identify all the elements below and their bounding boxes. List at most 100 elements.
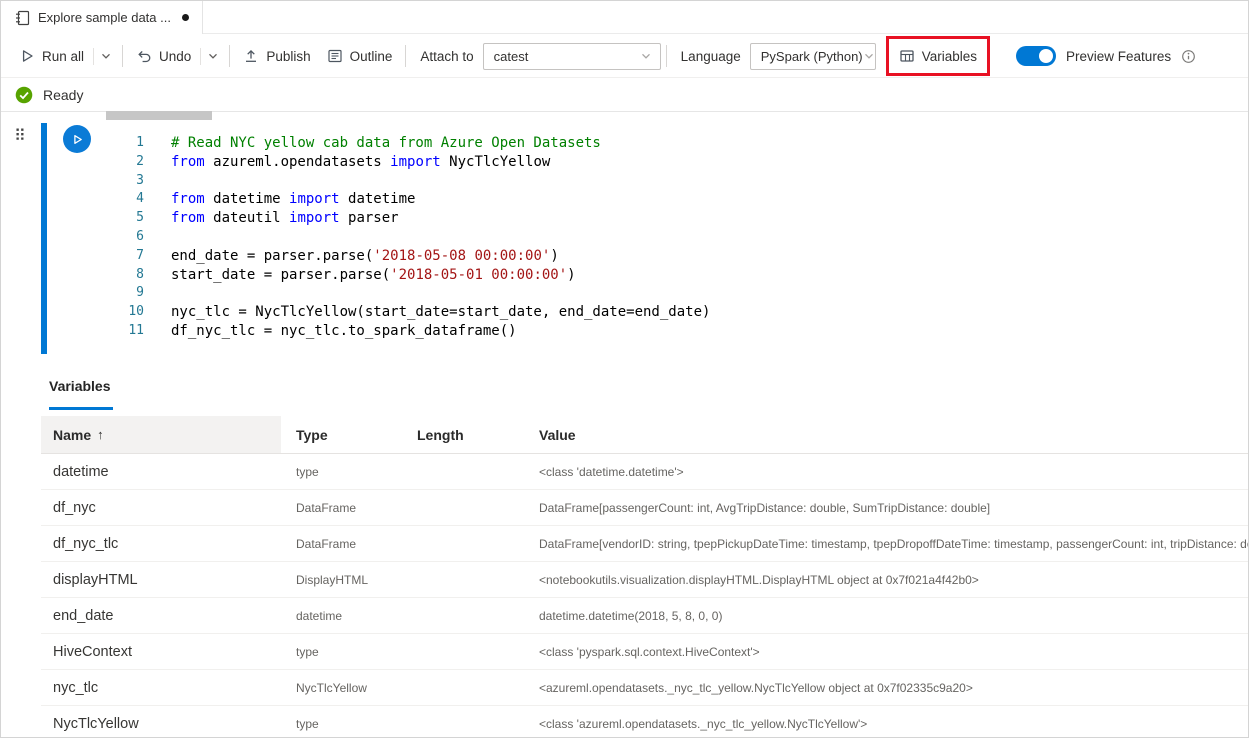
attach-to-select[interactable]: catest [483,43,661,70]
cell-value: DataFrame[passengerCount: int, AvgTripDi… [524,501,1248,515]
cell-name: end_date [41,608,281,624]
line-number: 7 [41,247,144,266]
line-number: 9 [41,284,144,303]
tab-title: Explore sample data ... [38,10,171,25]
code-line[interactable]: 2from azureml.opendatasets import NycTlc… [41,153,1248,172]
cell-type: NycTlcYellow [281,681,402,695]
line-number: 2 [41,153,144,172]
code-line[interactable]: 3 [41,172,1248,191]
run-all-label: Run all [42,49,84,64]
info-icon[interactable] [1181,49,1196,64]
column-header-name-label: Name [53,427,91,443]
outline-button[interactable]: Outline [319,40,401,72]
notebook-icon [14,10,30,26]
toolbar-divider [405,45,406,67]
toolbar-divider [200,48,201,65]
publish-label: Publish [266,49,310,64]
code-line[interactable]: 5from dateutil import parser [41,209,1248,228]
chevron-down-icon [863,50,875,62]
column-header-type[interactable]: Type [281,416,402,453]
table-row[interactable]: datetimetype<class 'datetime.datetime'> [41,454,1248,490]
cell-type: DataFrame [281,537,402,551]
play-icon [19,48,35,64]
variables-panel: Variables Name ↑ Type Length Value datet… [1,366,1248,737]
cell-value: <azureml.opendatasets._nyc_tlc_yellow.Ny… [524,681,1248,695]
synapse-notebook-window: Explore sample data ... Run all [0,0,1249,738]
cell-type: type [281,717,402,731]
table-row[interactable]: nyc_tlcNycTlcYellow <azureml.opendatasets… [41,670,1248,706]
variables-highlight-box: Variables [886,36,990,76]
cell-name: df_nyc_tlc [41,536,281,552]
ready-check-icon [15,86,33,104]
attach-to-label: Attach to [411,49,482,64]
line-number: 11 [41,322,144,341]
table-row[interactable]: end_datedatetime datetime.datetime(2018, … [41,598,1248,634]
chevron-down-icon [640,50,652,62]
code-line[interactable]: 7end_date = parser.parse('2018-05-08 00:… [41,247,1248,266]
variables-label: Variables [922,49,977,64]
variables-button[interactable]: Variables [891,40,985,72]
notebook-toolbar: Run all Undo [1,35,1248,78]
run-all-dropdown[interactable] [95,40,117,72]
table-header-row: Name ↑ Type Length Value [41,416,1248,454]
cell-name: nyc_tlc [41,680,281,696]
line-number: 3 [41,172,144,191]
undo-button[interactable]: Undo [128,40,199,72]
language-select[interactable]: PySpark (Python) [750,43,876,70]
code-line[interactable]: 11df_nyc_tlc = nyc_tlc.to_spark_datafram… [41,322,1248,341]
cell-type: DisplayHTML [281,573,402,587]
notebook-tab[interactable]: Explore sample data ... [1,1,203,34]
cell-value: DataFrame[vendorID: string, tpepPickupDa… [524,537,1248,551]
table-row[interactable]: df_nycDataFrameDataFrame[passengerCount:… [41,490,1248,526]
code-line[interactable]: 9 [41,284,1248,303]
cell-name: displayHTML [41,572,281,588]
line-number: 4 [41,190,144,209]
line-number: 1 [41,134,144,153]
cell-value: <class 'pyspark.sql.context.HiveContext'… [524,645,1248,659]
horizontal-scrollbar-thumb[interactable] [106,111,212,120]
toggle-knob [1039,49,1053,63]
sort-ascending-icon: ↑ [97,427,104,442]
code-line[interactable]: 6 [41,228,1248,247]
variables-panel-tab[interactable]: Variables [49,378,111,394]
line-number: 6 [41,228,144,247]
publish-button[interactable]: Publish [235,40,318,72]
code-line[interactable]: 10nyc_tlc = NycTlcYellow(start_date=star… [41,303,1248,322]
undo-label: Undo [159,49,191,64]
cell-drag-handle-icon[interactable]: ⠿ [14,128,26,144]
column-header-name[interactable]: Name ↑ [41,416,281,453]
status-text: Ready [43,87,83,103]
cell-name: datetime [41,464,281,480]
column-header-value[interactable]: Value [524,416,1248,453]
table-row[interactable]: NycTlcYellowtype<class 'azureml.opendata… [41,706,1248,738]
table-row[interactable]: df_nyc_tlcDataFrame DataFrame[vendorID: s… [41,526,1248,562]
cell-type: datetime [281,609,402,623]
toolbar-divider [122,45,123,67]
language-value: PySpark (Python) [761,49,863,64]
code-cell[interactable]: 1# Read NYC yellow cab data from Azure O… [41,123,1248,354]
unsaved-indicator [182,14,189,21]
table-row[interactable]: displayHTMLDisplayHTML<notebookutils.vis… [41,562,1248,598]
attach-to-value: catest [494,49,529,64]
undo-dropdown[interactable] [202,40,224,72]
language-label: Language [672,49,750,64]
run-all-button[interactable]: Run all [11,40,92,72]
toolbar-divider [229,45,230,67]
preview-features-toggle[interactable] [1016,46,1056,66]
table-row[interactable]: HiveContexttype<class 'pyspark.sql.conte… [41,634,1248,670]
cell-name: HiveContext [41,644,281,660]
chevron-down-icon [207,50,219,62]
cell-type: DataFrame [281,501,402,515]
column-header-length[interactable]: Length [402,416,524,453]
undo-icon [136,48,152,64]
code-line[interactable]: 4from datetime import datetime [41,190,1248,209]
code-lines[interactable]: 1# Read NYC yellow cab data from Azure O… [41,134,1248,341]
toolbar-divider [666,45,667,67]
line-number: 10 [41,303,144,322]
line-number: 8 [41,266,144,285]
active-tab-underline [49,407,113,410]
cell-value: datetime.datetime(2018, 5, 8, 0, 0) [524,609,1248,623]
code-line[interactable]: 1# Read NYC yellow cab data from Azure O… [41,134,1248,153]
code-line[interactable]: 8start_date = parser.parse('2018-05-01 0… [41,266,1248,285]
cell-value: <class 'azureml.opendatasets._nyc_tlc_ye… [524,717,1248,731]
